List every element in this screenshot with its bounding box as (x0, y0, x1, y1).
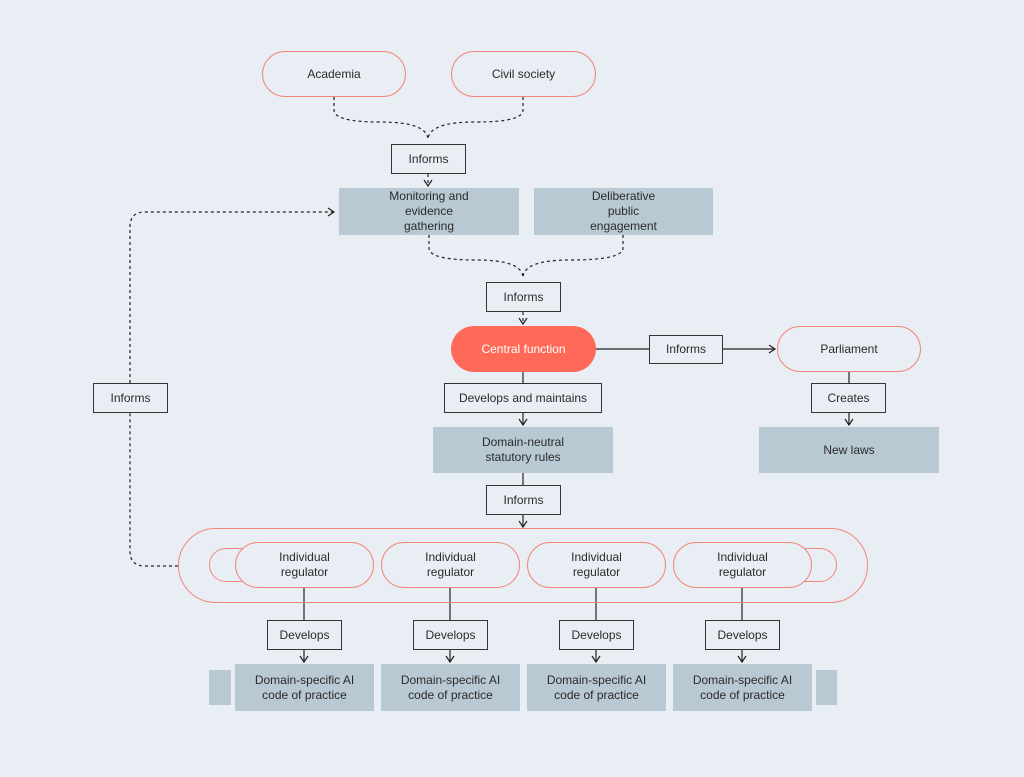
civil-society-label: Civil society (491, 66, 556, 81)
feedback-link-upper (129, 207, 336, 383)
develops-label: Develops (559, 620, 634, 650)
new-laws-node: New laws (759, 427, 939, 473)
academia-node: Academia (262, 51, 406, 97)
monitoring-label: Monitoring and evidence gathering (389, 189, 469, 233)
code-of-practice-label: Domain-specific AI code of practice (692, 672, 793, 702)
informs-text: Informs (110, 390, 151, 405)
creates-label: Creates (811, 383, 886, 413)
develops-text: Develops (717, 627, 768, 642)
deliberative-link (522, 235, 624, 279)
central-function-node: Central function (451, 326, 596, 372)
deliberative-node: Deliberative public engagement (534, 188, 713, 235)
develops-label: Develops (267, 620, 342, 650)
code-of-practice-node: Domain-specific AI code of practice (673, 664, 812, 711)
code-of-practice-node: Domain-specific AI code of practice (527, 664, 666, 711)
individual-regulator-node: Individual regulator (235, 542, 374, 588)
informs-lower-label: Informs (486, 485, 561, 515)
informs-text: Informs (503, 492, 544, 507)
academia-label: Academia (307, 66, 361, 81)
parliament-label: Parliament (820, 341, 878, 356)
feedback-link-lower (129, 413, 178, 567)
develops-text: Develops (571, 627, 622, 642)
informs-top-label: Informs (391, 144, 466, 174)
civil-link (427, 97, 524, 141)
civil-society-node: Civil society (451, 51, 596, 97)
academia-link (333, 97, 429, 141)
develops-label: Develops (705, 620, 780, 650)
develops-label: Develops (413, 620, 488, 650)
code-stack-left (209, 670, 231, 705)
informs-mid-label: Informs (486, 282, 561, 312)
code-of-practice-node: Domain-specific AI code of practice (381, 664, 520, 711)
regulator-label: Individual regulator (425, 550, 476, 579)
deliberative-label: Deliberative public engagement (590, 189, 657, 233)
code-stack-right (816, 670, 837, 705)
develops-maintains-label: Develops and maintains (444, 383, 602, 413)
new-laws-label: New laws (823, 442, 875, 457)
individual-regulator-node: Individual regulator (381, 542, 520, 588)
develops-text: Develops (425, 627, 476, 642)
code-of-practice-label: Domain-specific AI code of practice (400, 672, 501, 702)
domain-neutral-label: Domain-neutral statutory rules (481, 435, 565, 464)
develops-maintains-text: Develops and maintains (458, 390, 588, 405)
informs-right-label: Informs (649, 335, 723, 364)
informs-text: Informs (503, 289, 544, 304)
code-of-practice-node: Domain-specific AI code of practice (235, 664, 374, 711)
code-of-practice-label: Domain-specific AI code of practice (546, 672, 647, 702)
creates-text: Creates (827, 390, 870, 405)
regulator-label: Individual regulator (571, 550, 622, 579)
informs-text: Informs (665, 342, 706, 356)
regulator-label: Individual regulator (279, 550, 330, 579)
regulator-label: Individual regulator (717, 550, 768, 579)
individual-regulator-node: Individual regulator (527, 542, 666, 588)
monitoring-node: Monitoring and evidence gathering (339, 188, 519, 235)
informs-left-label: Informs (93, 383, 168, 413)
monitoring-link (428, 235, 524, 279)
domain-neutral-node: Domain-neutral statutory rules (433, 427, 613, 473)
individual-regulator-node: Individual regulator (673, 542, 812, 588)
code-of-practice-label: Domain-specific AI code of practice (254, 672, 355, 702)
informs-text: Informs (408, 151, 449, 166)
parliament-node: Parliament (777, 326, 921, 372)
central-label: Central function (481, 341, 566, 356)
develops-text: Develops (279, 627, 330, 642)
